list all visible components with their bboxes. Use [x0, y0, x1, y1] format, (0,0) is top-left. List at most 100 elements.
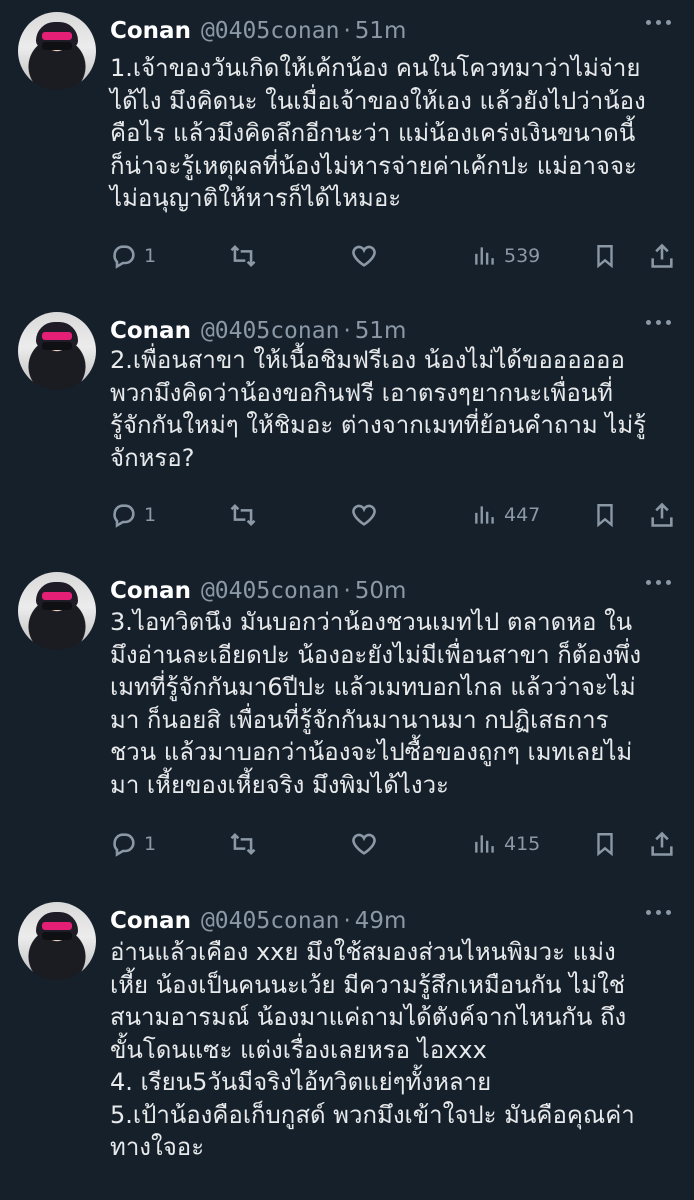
tweet-text-line: 1.เจ้าของวันเกิดให้เค้กน้อง คนในโควทมาว่…: [110, 54, 641, 82]
timestamp[interactable]: 51m: [355, 18, 407, 44]
views-count: 539: [504, 245, 541, 267]
avatar[interactable]: [18, 12, 96, 90]
tweet-text-line: พวกมึงคิดว่าน้องขอกินฟรี เอาตรงๆยากนะเพื…: [110, 378, 613, 407]
share-upload-icon: [651, 502, 673, 527]
tweet-text: 1.เจ้าของวันเกิดให้เค้กน้อง คนในโควทมาว่…: [110, 52, 670, 215]
bookmark-button[interactable]: [592, 498, 618, 532]
share-button[interactable]: [648, 498, 676, 532]
heart-icon: [352, 833, 376, 855]
display-name[interactable]: Conan: [110, 318, 191, 344]
display-name[interactable]: Conan: [110, 908, 191, 934]
bookmark-icon: [597, 833, 613, 857]
avatar[interactable]: [18, 572, 96, 650]
reply-count: 1: [144, 504, 157, 526]
tweet-text-line: 4. เรียน5วันมีจริงไอ้ทวิตแย่ๆทั้งหลาย: [110, 1068, 492, 1096]
timestamp[interactable]: 49m: [355, 908, 407, 934]
tweet[interactable]: Conan @0405conan · 51m 1.เจ้าของวันเกิดใ…: [0, 0, 694, 290]
tweet-actions: 1 539: [110, 239, 680, 273]
reply-bubble-icon: [113, 833, 135, 857]
retweet-arrows-icon: [230, 503, 256, 527]
tweet-text: อ่านแล้วเคือง xxย มึงใช้สมองส่วนไหนพิมวะ…: [110, 936, 670, 1164]
timestamp[interactable]: 50m: [355, 578, 407, 604]
tweet-text-line: เหี้ย น้องเป็นคนนะเว้ย มีความรู้สึกเหมือ…: [110, 970, 626, 999]
tweet-text-line: มึงอ่านละเอียดปะ น้องอะยังไม่มีเพื่อนสาข…: [110, 640, 642, 669]
more-dots-icon[interactable]: [646, 580, 672, 586]
display-name[interactable]: Conan: [110, 578, 191, 604]
reply-bubble-icon: [113, 504, 135, 528]
timestamp[interactable]: 51m: [355, 318, 407, 344]
views-count: 447: [504, 504, 541, 526]
more-dots-icon[interactable]: [646, 20, 672, 26]
views-button[interactable]: 539: [472, 239, 540, 273]
share-upload-icon: [651, 243, 673, 268]
tweet-text-line: ขั้นโดนแซะ แต่งเรื่องเลยหรอ ไอxxx: [110, 1035, 487, 1064]
tweet-header: Conan @0405conan · 51m: [110, 314, 406, 348]
tweet-actions: 1 415: [110, 827, 680, 861]
bar-chart-icon: [475, 506, 494, 524]
avatar[interactable]: [18, 312, 96, 390]
tweet-text-line: 2.เพื่อนสาขา ให้เนื้อชิมฟรีเอง น้องไม่ได…: [110, 346, 625, 374]
like-button[interactable]: [350, 239, 378, 273]
retweet-arrows-icon: [230, 244, 256, 268]
tweet[interactable]: Conan @0405conan · 50m 3.ไอทวิตนึง มันบอ…: [0, 560, 694, 880]
tweet-text-line: รู้จักกันใหม่ๆ ให้ชิมอะ ต่างจากเมทที่ย้อ…: [110, 411, 647, 439]
share-button[interactable]: [648, 827, 676, 861]
user-handle[interactable]: @0405conan: [201, 18, 339, 44]
tweet-text-line: 3.ไอทวิตนึง มันบอกว่าน้องชวนเมทไป ตลาดหอ…: [110, 608, 633, 636]
like-button[interactable]: [350, 498, 378, 532]
views-button[interactable]: 415: [472, 827, 540, 861]
reply-button[interactable]: 1: [110, 827, 156, 861]
tweet-header: Conan @0405conan · 50m: [110, 574, 406, 608]
bookmark-icon: [597, 504, 613, 528]
tweet-header: Conan @0405conan · 49m: [110, 904, 406, 938]
tweet-text-line: ได้ไง มึงคิดนะ ในเมื่อเจ้าของให้เอง แล้ว…: [110, 86, 646, 115]
retweet-button[interactable]: [228, 239, 258, 273]
tweet-text-line: เมทที่รู้จักกันมา6ปีปะ แล้วเมทบอกไกล แล้…: [110, 673, 636, 701]
user-handle[interactable]: @0405conan: [201, 578, 339, 604]
tweet-text: 2.เพื่อนสาขา ให้เนื้อชิมฟรีเอง น้องไม่ได…: [110, 344, 670, 474]
tweet[interactable]: Conan @0405conan · 49m อ่านแล้วเคือง xxย…: [0, 890, 694, 1200]
tweet-text-line: มา เหี้ยของเหี้ยจริง มึงพิมได้ไงวะ: [110, 770, 449, 799]
more-dots-icon[interactable]: [646, 320, 672, 326]
bar-chart-icon: [475, 835, 494, 853]
separator-dot: ·: [343, 18, 351, 44]
bookmark-button[interactable]: [592, 827, 618, 861]
tweet-header: Conan @0405conan · 51m: [110, 14, 406, 48]
display-name[interactable]: Conan: [110, 18, 191, 44]
separator-dot: ·: [343, 318, 351, 344]
like-button[interactable]: [350, 827, 378, 861]
tweet-actions: 1 447: [110, 498, 680, 532]
bar-chart-icon: [475, 247, 494, 265]
heart-icon: [352, 245, 376, 267]
views-count: 415: [504, 833, 541, 855]
share-button[interactable]: [648, 239, 676, 273]
reply-count: 1: [144, 833, 157, 855]
heart-icon: [352, 504, 376, 526]
separator-dot: ·: [343, 578, 351, 604]
avatar[interactable]: [18, 902, 96, 980]
tweet-text: 3.ไอทวิตนึง มันบอกว่าน้องชวนเมทไป ตลาดหอ…: [110, 606, 670, 801]
tweet-text-line: ทางใจอะ: [110, 1133, 205, 1161]
reply-button[interactable]: 1: [110, 498, 156, 532]
tweet-text-line: อ่านแล้วเคือง xxย มึงใช้สมองส่วนไหนพิมวะ…: [110, 938, 616, 966]
tweet-text-line: ไม่อนุญาติให้หารก็ได้ไหมอะ: [110, 184, 402, 212]
tweet-text-line: จักหรอ?: [110, 443, 195, 472]
tweet-text-line: ชวน แล้วมาบอกว่าน้องจะไปซื้อของถูกๆ เมทเ…: [110, 738, 633, 766]
tweet[interactable]: Conan @0405conan · 51m 2.เพื่อนสาขา ให้เ…: [0, 300, 694, 550]
user-handle[interactable]: @0405conan: [201, 318, 339, 344]
separator-dot: ·: [343, 908, 351, 934]
retweet-button[interactable]: [228, 498, 258, 532]
more-dots-icon[interactable]: [646, 910, 672, 916]
user-handle[interactable]: @0405conan: [201, 908, 339, 934]
bookmark-icon: [597, 245, 613, 269]
share-upload-icon: [651, 831, 673, 856]
tweet-text-line: คือไร แล้วมึงคิดลึกอีกนะว่า แม่น้องเคร่ง…: [110, 119, 636, 147]
reply-button[interactable]: 1: [110, 239, 156, 273]
tweet-text-line: ก็น่าจะรู้เหตุผลที่น้องไม่หารจ่ายค่าเค้ก…: [110, 151, 637, 180]
retweet-button[interactable]: [228, 827, 258, 861]
tweet-text-line: 5.เป้าน้องคือเก็บกูสด์ พวกมึงเข้าใจปะ มั…: [110, 1100, 635, 1129]
bookmark-button[interactable]: [592, 239, 618, 273]
reply-count: 1: [144, 245, 157, 267]
views-button[interactable]: 447: [472, 498, 540, 532]
retweet-arrows-icon: [230, 832, 256, 856]
